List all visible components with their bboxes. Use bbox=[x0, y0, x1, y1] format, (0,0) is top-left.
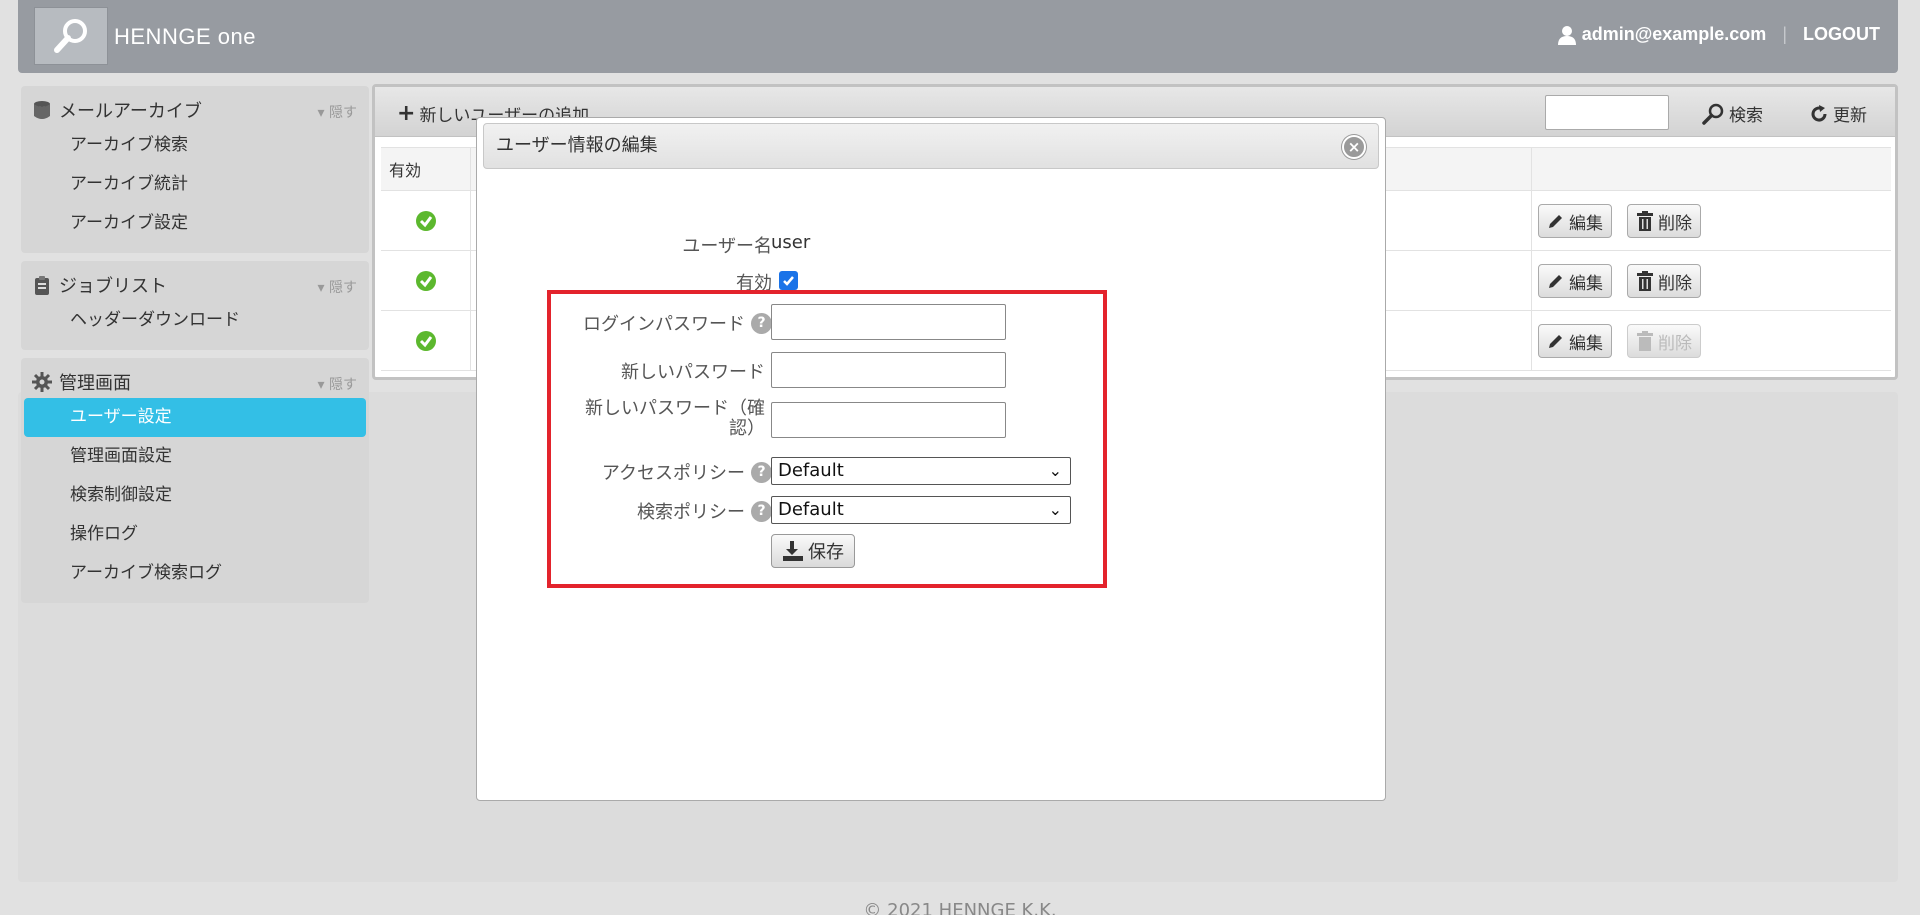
sidebar-item-user-settings[interactable]: ユーザー設定 bbox=[24, 398, 366, 437]
database-icon bbox=[31, 99, 53, 121]
actions-cell: 編集 削除 bbox=[1531, 191, 1891, 250]
delete-label: 削除 bbox=[1658, 273, 1692, 294]
check-circle-icon bbox=[415, 210, 436, 231]
plus-icon: + bbox=[397, 101, 416, 126]
edit-label: 編集 bbox=[1569, 333, 1603, 354]
enabled-cell bbox=[381, 251, 471, 310]
refresh-button[interactable]: 更新 bbox=[1809, 101, 1867, 126]
dialog-title-bar: ユーザー情報の編集 × bbox=[483, 123, 1379, 169]
checkmark-icon bbox=[783, 276, 794, 286]
pencil-icon bbox=[1547, 272, 1565, 290]
user-area: admin@example.com | LOGOUT bbox=[1557, 24, 1880, 45]
refresh-label: 更新 bbox=[1833, 106, 1867, 126]
footer-copyright: © 2021 HENNGE K.K. bbox=[863, 900, 1057, 915]
edit-button[interactable]: 編集 bbox=[1538, 204, 1612, 238]
sidebar-section-admin: 管理画面 ▾ 隠す ユーザー設定 管理画面設定 検索制御設定 操作ログ アーカイ… bbox=[21, 358, 369, 603]
sidebar-item-archive-settings[interactable]: アーカイブ設定 bbox=[21, 204, 369, 243]
sidebar-section-title: メールアーカイブ bbox=[59, 101, 202, 122]
check-circle-icon bbox=[415, 270, 436, 291]
search-button[interactable]: 検索 bbox=[1701, 101, 1763, 126]
sidebar: メールアーカイブ ▾ 隠す アーカイブ検索 アーカイブ統計 アーカイブ設定 ジョ… bbox=[21, 86, 369, 611]
sidebar-item-admin-settings[interactable]: 管理画面設定 bbox=[21, 437, 369, 476]
sidebar-item-archive-search-log[interactable]: アーカイブ検索ログ bbox=[21, 554, 369, 593]
top-header: HENNGE one admin@example.com | LOGOUT bbox=[18, 0, 1898, 73]
hide-toggle[interactable]: ▾ 隠す bbox=[318, 277, 357, 297]
trash-icon bbox=[1636, 331, 1654, 351]
pencil-icon bbox=[1547, 212, 1565, 230]
delete-button[interactable]: 削除 bbox=[1627, 264, 1701, 298]
sidebar-item-archive-search[interactable]: アーカイブ検索 bbox=[21, 126, 369, 165]
hide-toggle[interactable]: ▾ 隠す bbox=[318, 374, 357, 394]
search-label: 検索 bbox=[1729, 106, 1763, 126]
edit-button[interactable]: 編集 bbox=[1538, 324, 1612, 358]
delete-button-disabled: 削除 bbox=[1627, 324, 1701, 358]
sidebar-item-archive-stats[interactable]: アーカイブ統計 bbox=[21, 165, 369, 204]
sidebar-section-job-list: ジョブリスト ▾ 隠す ヘッダーダウンロード bbox=[21, 261, 369, 350]
enabled-cell bbox=[381, 311, 471, 370]
username-value: user bbox=[771, 232, 811, 253]
delete-label: 削除 bbox=[1658, 213, 1692, 234]
close-icon[interactable]: × bbox=[1342, 135, 1366, 159]
sidebar-section-title: 管理画面 bbox=[59, 373, 131, 394]
brand-name: HENNGE one bbox=[114, 24, 256, 49]
delete-button[interactable]: 削除 bbox=[1627, 204, 1701, 238]
actions-cell: 編集 削除 bbox=[1531, 251, 1891, 310]
refresh-icon bbox=[1809, 104, 1829, 124]
username-label: ユーザー名 bbox=[682, 236, 772, 257]
username-row: ユーザー名 user bbox=[477, 226, 1387, 264]
sidebar-item-operation-log[interactable]: 操作ログ bbox=[21, 515, 369, 554]
delete-label: 削除 bbox=[1658, 333, 1692, 354]
hide-toggle[interactable]: ▾ 隠す bbox=[318, 102, 357, 122]
highlight-box bbox=[547, 290, 1107, 588]
enabled-checkbox[interactable] bbox=[779, 271, 798, 290]
sidebar-section-header[interactable]: メールアーカイブ ▾ 隠す bbox=[21, 94, 369, 126]
clipboard-icon bbox=[31, 274, 53, 296]
trash-icon bbox=[1636, 271, 1654, 291]
actions-cell: 編集 削除 bbox=[1531, 311, 1891, 370]
trash-icon bbox=[1636, 211, 1654, 231]
dialog-title: ユーザー情報の編集 bbox=[496, 135, 658, 156]
column-header-enabled[interactable]: 有効 bbox=[381, 148, 471, 190]
search-input[interactable] bbox=[1545, 95, 1669, 130]
user-email: admin@example.com bbox=[1581, 24, 1767, 44]
check-circle-icon bbox=[415, 330, 436, 351]
logo-search-icon[interactable] bbox=[34, 7, 108, 65]
sidebar-section-mail-archive: メールアーカイブ ▾ 隠す アーカイブ検索 アーカイブ統計 アーカイブ設定 bbox=[21, 86, 369, 253]
edit-label: 編集 bbox=[1569, 213, 1603, 234]
edit-label: 編集 bbox=[1569, 273, 1603, 294]
edit-button[interactable]: 編集 bbox=[1538, 264, 1612, 298]
enabled-cell bbox=[381, 191, 471, 250]
sidebar-item-header-download[interactable]: ヘッダーダウンロード bbox=[21, 301, 369, 340]
header-separator: | bbox=[1782, 24, 1787, 44]
edit-user-dialog: ユーザー情報の編集 × ユーザー名 user 有効 ログインパスワード ? 新し… bbox=[476, 117, 1386, 801]
gear-icon bbox=[31, 371, 53, 393]
sidebar-section-header[interactable]: ジョブリスト ▾ 隠す bbox=[21, 269, 369, 301]
user-icon bbox=[1557, 25, 1576, 45]
column-header-actions bbox=[1531, 148, 1891, 190]
sidebar-section-header[interactable]: 管理画面 ▾ 隠す bbox=[21, 366, 369, 398]
sidebar-section-title: ジョブリスト bbox=[59, 276, 167, 297]
logout-link[interactable]: LOGOUT bbox=[1803, 24, 1880, 45]
pencil-icon bbox=[1547, 332, 1565, 350]
sidebar-item-search-control[interactable]: 検索制御設定 bbox=[21, 476, 369, 515]
search-icon bbox=[1701, 102, 1725, 126]
